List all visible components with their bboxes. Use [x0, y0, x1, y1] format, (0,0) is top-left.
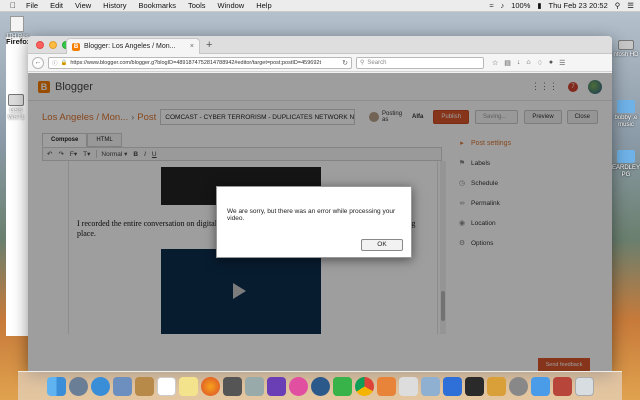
clock[interactable]: Thu Feb 23 20:52	[549, 1, 608, 10]
menu-help[interactable]: Help	[256, 1, 271, 10]
folder-icon	[617, 150, 635, 163]
home-icon[interactable]: ⌂	[526, 59, 530, 67]
document-icon	[10, 16, 24, 32]
menu-history[interactable]: History	[103, 1, 126, 10]
error-dialog: We are sorry, but there was an error whi…	[216, 186, 412, 258]
blogger-app: B Blogger ⋮⋮⋮ 7 Los Angeles / Mon... › Pos…	[28, 73, 612, 372]
wifi-icon[interactable]: ≈	[489, 1, 493, 10]
search-input[interactable]: ⚲ Search	[356, 56, 484, 69]
preview-icon[interactable]	[420, 376, 440, 396]
menu-edit[interactable]: Edit	[50, 1, 63, 10]
browser-window: B Blogger: Los Angeles / Mon... × + ← ⓘ …	[28, 36, 612, 372]
dictionary-icon[interactable]	[552, 376, 572, 396]
activity-monitor-icon[interactable]	[464, 376, 484, 396]
desktop-icon-label: GSS WS71	[7, 108, 25, 121]
search-icon: ⚲	[360, 60, 365, 66]
dock	[18, 371, 622, 400]
malwarebytes-icon[interactable]	[442, 376, 462, 396]
tab-close-icon[interactable]: ×	[190, 43, 194, 50]
hamburger-menu-icon[interactable]: ☰	[559, 59, 565, 67]
toolbar-icons: ☆ ▤ ↓ ⌂ ♢ ● ☰	[492, 59, 565, 67]
window-titlebar[interactable]: B Blogger: Los Angeles / Mon... × +	[28, 36, 612, 54]
quicktime-icon[interactable]	[310, 376, 330, 396]
desktop-icon-label: bobby .e music	[614, 115, 638, 128]
ibooks-icon[interactable]	[376, 376, 396, 396]
modal-overlay: We are sorry, but there was an error whi…	[28, 73, 612, 372]
url-bar[interactable]: ⓘ 🔒 https://www.blogger.com/blogger.g?bl…	[48, 56, 352, 69]
facetime-icon[interactable]	[332, 376, 352, 396]
search-placeholder: Search	[367, 59, 387, 66]
calendar-icon[interactable]	[156, 376, 176, 396]
menu-window[interactable]: Window	[218, 1, 245, 10]
close-window-button[interactable]	[36, 41, 44, 49]
drive-icon	[8, 94, 24, 106]
url-text: https://www.blogger.com/blogger.g?blogID…	[70, 59, 321, 66]
desktop-icon-jth[interactable]: JTH Res	[4, 16, 30, 41]
safari-icon[interactable]	[90, 376, 110, 396]
bookmark-star-icon[interactable]: ☆	[492, 59, 498, 67]
reading-list-icon[interactable]: ▤	[504, 59, 511, 67]
hard-drive-icon	[618, 40, 634, 50]
app-grid-icon[interactable]	[244, 376, 264, 396]
info-icon[interactable]: ⓘ	[52, 59, 58, 67]
chrome-icon[interactable]	[354, 376, 374, 396]
pocket-icon[interactable]: ♢	[537, 59, 543, 67]
menu-view[interactable]: View	[75, 1, 91, 10]
back-button[interactable]: ←	[32, 56, 44, 69]
error-message: We are sorry, but there was an error whi…	[227, 208, 396, 222]
downloads-icon[interactable]: ↓	[517, 59, 521, 67]
desktop-icon-hd[interactable]: ntosh HD	[612, 40, 640, 59]
desktop-icon-label: EARDLEY PG	[612, 165, 640, 178]
desktop-icon-label: JTH Res	[5, 34, 29, 40]
menu-tools[interactable]: Tools	[188, 1, 206, 10]
apple-icon[interactable]: 	[6, 1, 20, 10]
spotlight-icon[interactable]: ⚲	[615, 1, 621, 10]
tab-title: Blogger: Los Angeles / Mon...	[84, 43, 176, 50]
garageband-icon[interactable]	[486, 376, 506, 396]
ok-button[interactable]: OK	[361, 239, 403, 251]
trash-icon[interactable]	[574, 376, 594, 396]
menu-bar:  Firefox File Edit View History Bookmar…	[0, 0, 640, 336]
lock-icon[interactable]: 🔒	[61, 60, 68, 66]
launchpad-icon[interactable]	[68, 376, 88, 396]
status-area: ≈ ♪ 100% ▮ Thu Feb 23 20:52 ⚲ ☰	[489, 1, 634, 10]
desktop-icon-label: ntosh HD	[613, 52, 639, 58]
finder-icon[interactable]	[46, 376, 66, 396]
desktop-icon-eardley[interactable]: EARDLEY PG	[612, 150, 640, 179]
notification-center-icon[interactable]: ☰	[627, 1, 634, 10]
menu-file[interactable]: File	[26, 1, 38, 10]
firefox-icon[interactable]	[200, 376, 220, 396]
browser-tab[interactable]: B Blogger: Los Angeles / Mon... ×	[66, 38, 200, 54]
new-tab-button[interactable]: +	[206, 39, 212, 51]
menu-bookmarks[interactable]: Bookmarks	[139, 1, 177, 10]
minimize-window-button[interactable]	[49, 41, 57, 49]
contacts-icon[interactable]	[134, 376, 154, 396]
battery-percent: 100%	[511, 1, 531, 10]
dashboard-icon[interactable]	[222, 376, 242, 396]
system-preferences-icon[interactable]	[508, 376, 528, 396]
folder-icon	[617, 100, 635, 113]
itunes-icon[interactable]	[288, 376, 308, 396]
imovie-icon[interactable]	[266, 376, 286, 396]
textedit-icon[interactable]	[398, 376, 418, 396]
blogger-favicon-icon: B	[72, 42, 80, 51]
reload-icon[interactable]: ↻	[342, 59, 348, 67]
app-store-icon[interactable]	[530, 376, 550, 396]
photos-icon[interactable]	[112, 376, 132, 396]
desktop-icon-gss[interactable]: GSS WS71	[2, 94, 30, 122]
extension-icon[interactable]: ●	[549, 59, 553, 67]
desktop-icon-bobby[interactable]: bobby .e music	[612, 100, 640, 129]
battery-icon[interactable]: ▮	[537, 1, 541, 10]
notes-icon[interactable]	[178, 376, 198, 396]
volume-icon[interactable]: ♪	[500, 1, 504, 10]
navigation-bar: ← ⓘ 🔒 https://www.blogger.com/blogger.g?…	[28, 54, 612, 72]
